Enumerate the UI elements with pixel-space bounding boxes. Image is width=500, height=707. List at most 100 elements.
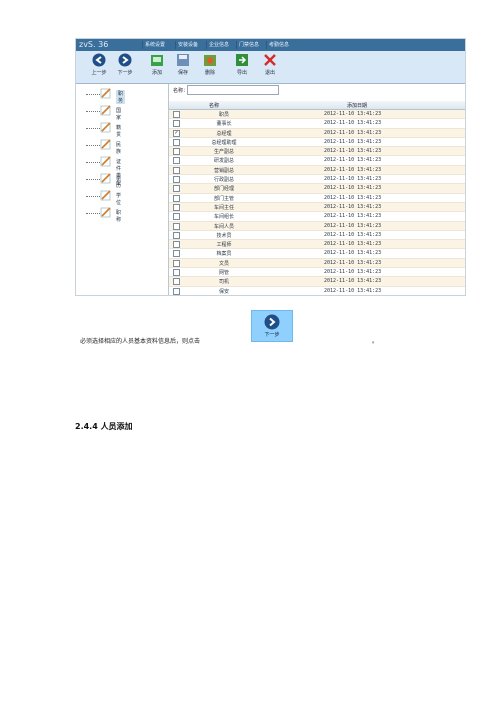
- table-row[interactable]: 营销副总 2012-11-10 13:41:23: [169, 165, 465, 176]
- next-step-button[interactable]: 下一步: [113, 53, 137, 82]
- table-row[interactable]: ✓ 总经理 2012-11-10 13:41:23: [169, 128, 465, 138]
- category-tree: 职务 国家 籍贯 民族 证件类型 学历 学位 职称: [76, 84, 169, 295]
- toolbar: 上一步 下一步 添加 保存 删除 导出 退出: [76, 51, 465, 84]
- save-button[interactable]: 保存: [171, 53, 195, 82]
- cell-date: 2012-11-10 13:41:23: [324, 213, 382, 220]
- cell-name: 文员: [218, 260, 229, 267]
- table-row[interactable]: 车间人员 2012-11-10 13:41:23: [169, 221, 465, 231]
- add-button[interactable]: 添加: [145, 53, 169, 82]
- pen-icon: [100, 173, 111, 184]
- window-title: zvS. 36: [79, 40, 109, 49]
- instruction-text: 必须选择相应的人员基本资料信息后，则点击: [80, 338, 201, 345]
- menu-system-settings[interactable]: 系统设置: [142, 41, 167, 49]
- cell-name: 研发副总: [213, 158, 234, 165]
- cell-name: 工程师: [216, 242, 232, 249]
- table-row[interactable]: 技术员 2012-11-10 13:41:23: [169, 231, 465, 241]
- table-row[interactable]: 总经理助理 2012-11-10 13:41:23: [169, 138, 465, 148]
- pen-icon: [100, 105, 111, 116]
- cell-name: 行政副总: [213, 177, 234, 184]
- cell-date: 2012-11-10 13:41:23: [324, 166, 382, 173]
- table-row[interactable]: 行政副总 2012-11-10 13:41:23: [169, 175, 465, 185]
- cell-name: 保安: [218, 288, 229, 295]
- instruction-paragraph: 必须选择相应的人员基本资料信息后，则点击 。: [80, 336, 378, 345]
- next-step-label: 下一步: [117, 70, 133, 76]
- cell-name: 网管: [218, 270, 229, 277]
- close-icon: [264, 54, 276, 66]
- save-label: 保存: [177, 70, 188, 76]
- data-table: 名称 添加日期 职员 2012-11-10 13:41:23 董事长 2012-11-…: [169, 101, 465, 295]
- table-row[interactable]: 文员 2012-11-10 13:41:23: [169, 258, 465, 269]
- cell-date: 2012-11-10 13:41:23: [324, 138, 382, 145]
- table-row[interactable]: 档案员 2012-11-10 13:41:23: [169, 249, 465, 259]
- add-label: 添加: [151, 70, 162, 76]
- prev-step-label: 上一步: [91, 70, 107, 76]
- app-screenshot: zvS. 36 系统设置 安装设备 企业信息 门禁信息 考勤信息 上一步 下一步…: [75, 38, 466, 296]
- add-icon: [151, 55, 163, 66]
- prev-step-button[interactable]: 上一步: [87, 53, 111, 82]
- cell-name: 车间组长: [213, 214, 234, 221]
- cell-date: 2012-11-10 13:41:23: [324, 278, 382, 285]
- arrow-left-icon: [92, 53, 106, 67]
- cell-date: 2012-11-10 13:41:23: [324, 231, 382, 238]
- cell-date: 2012-11-10 13:41:23: [324, 203, 382, 210]
- table-row[interactable]: 董事长 2012-11-10 13:41:23: [169, 119, 465, 129]
- table-row[interactable]: 司机 2012-11-10 13:41:23: [169, 277, 465, 287]
- delete-button[interactable]: 删除: [198, 53, 222, 82]
- cell-date: 2012-11-10 13:41:23: [324, 194, 382, 201]
- cell-name: 总经理助理: [211, 139, 237, 146]
- cell-name: 技术员: [216, 232, 232, 239]
- table-row[interactable]: 网管 2012-11-10 13:41:23: [169, 268, 465, 278]
- table-row[interactable]: 车间组长 2012-11-10 13:41:23: [169, 212, 465, 222]
- cell-name: 生产副总: [213, 149, 234, 156]
- export-button[interactable]: 导出: [230, 53, 254, 82]
- pen-icon: [100, 88, 111, 99]
- menu-company-info[interactable]: 企业信息: [206, 41, 231, 49]
- cell-name: 职员: [218, 112, 229, 118]
- menu-install-device[interactable]: 安装设备: [175, 41, 200, 49]
- table-row[interactable]: 生产副总 2012-11-10 13:41:23: [169, 147, 465, 157]
- table-row[interactable]: 工程师 2012-11-10 13:41:23: [169, 240, 465, 250]
- delete-icon: [204, 55, 216, 66]
- cell-date: 2012-11-10 13:41:23: [324, 148, 382, 155]
- table-row[interactable]: 车间主任 2012-11-10 13:41:23: [169, 202, 465, 213]
- pen-icon: [100, 207, 111, 218]
- cell-name: 车间主任: [213, 204, 234, 211]
- content-panel: 名称： 名称 添加日期 职员 2012-11-10 13:41:23 董事长 2012…: [169, 84, 465, 295]
- table-row[interactable]: 研发副总 2012-11-10 13:41:23: [169, 156, 465, 166]
- cell-name: 部门主管: [213, 195, 234, 202]
- search-bar: 名称：: [173, 85, 279, 95]
- table-row[interactable]: 保安 2012-11-10 13:41:23: [169, 287, 465, 295]
- cell-date: 2012-11-10 13:41:23: [324, 269, 382, 276]
- exit-label: 退出: [264, 70, 275, 76]
- cell-name: 部门经理: [213, 186, 234, 193]
- column-header-date: 添加日期: [347, 103, 368, 109]
- pen-icon: [100, 190, 111, 201]
- export-label: 导出: [236, 70, 247, 76]
- save-icon: [177, 54, 189, 66]
- table-header: 名称 添加日期: [169, 101, 465, 110]
- search-input[interactable]: [187, 85, 279, 95]
- search-label: 名称：: [173, 88, 189, 94]
- cell-name: 车间人员: [213, 223, 234, 230]
- table-row[interactable]: 部门经理 2012-11-10 13:41:23: [169, 184, 465, 194]
- arrow-right-icon: [118, 53, 132, 67]
- cell-date: 2012-11-10 13:41:23: [324, 241, 382, 248]
- cell-name: 营销副总: [213, 167, 234, 174]
- pen-icon: [100, 122, 111, 133]
- cell-date: 2012-11-10 13:41:23: [324, 250, 382, 257]
- export-icon: [236, 54, 248, 66]
- exit-button[interactable]: 退出: [258, 53, 282, 82]
- cell-date: 2012-11-10 13:41:23: [324, 111, 382, 117]
- table-row[interactable]: 部门主管 2012-11-10 13:41:23: [169, 194, 465, 203]
- cell-date: 2012-11-10 13:41:23: [324, 157, 382, 164]
- pen-icon: [100, 139, 111, 150]
- delete-label: 删除: [204, 70, 215, 76]
- column-header-name: 名称: [209, 103, 220, 109]
- menu-attendance-info[interactable]: 考勤信息: [266, 41, 291, 49]
- menu-access-info[interactable]: 门禁信息: [236, 41, 261, 49]
- cell-date: 2012-11-10 13:41:23: [324, 120, 382, 127]
- table-row[interactable]: 职员 2012-11-10 13:41:23: [169, 110, 465, 120]
- cell-date: 2012-11-10 13:41:23: [324, 259, 382, 266]
- menu-bar: zvS. 36 系统设置 安装设备 企业信息 门禁信息 考勤信息: [76, 39, 465, 51]
- cell-name: 司机: [218, 279, 229, 286]
